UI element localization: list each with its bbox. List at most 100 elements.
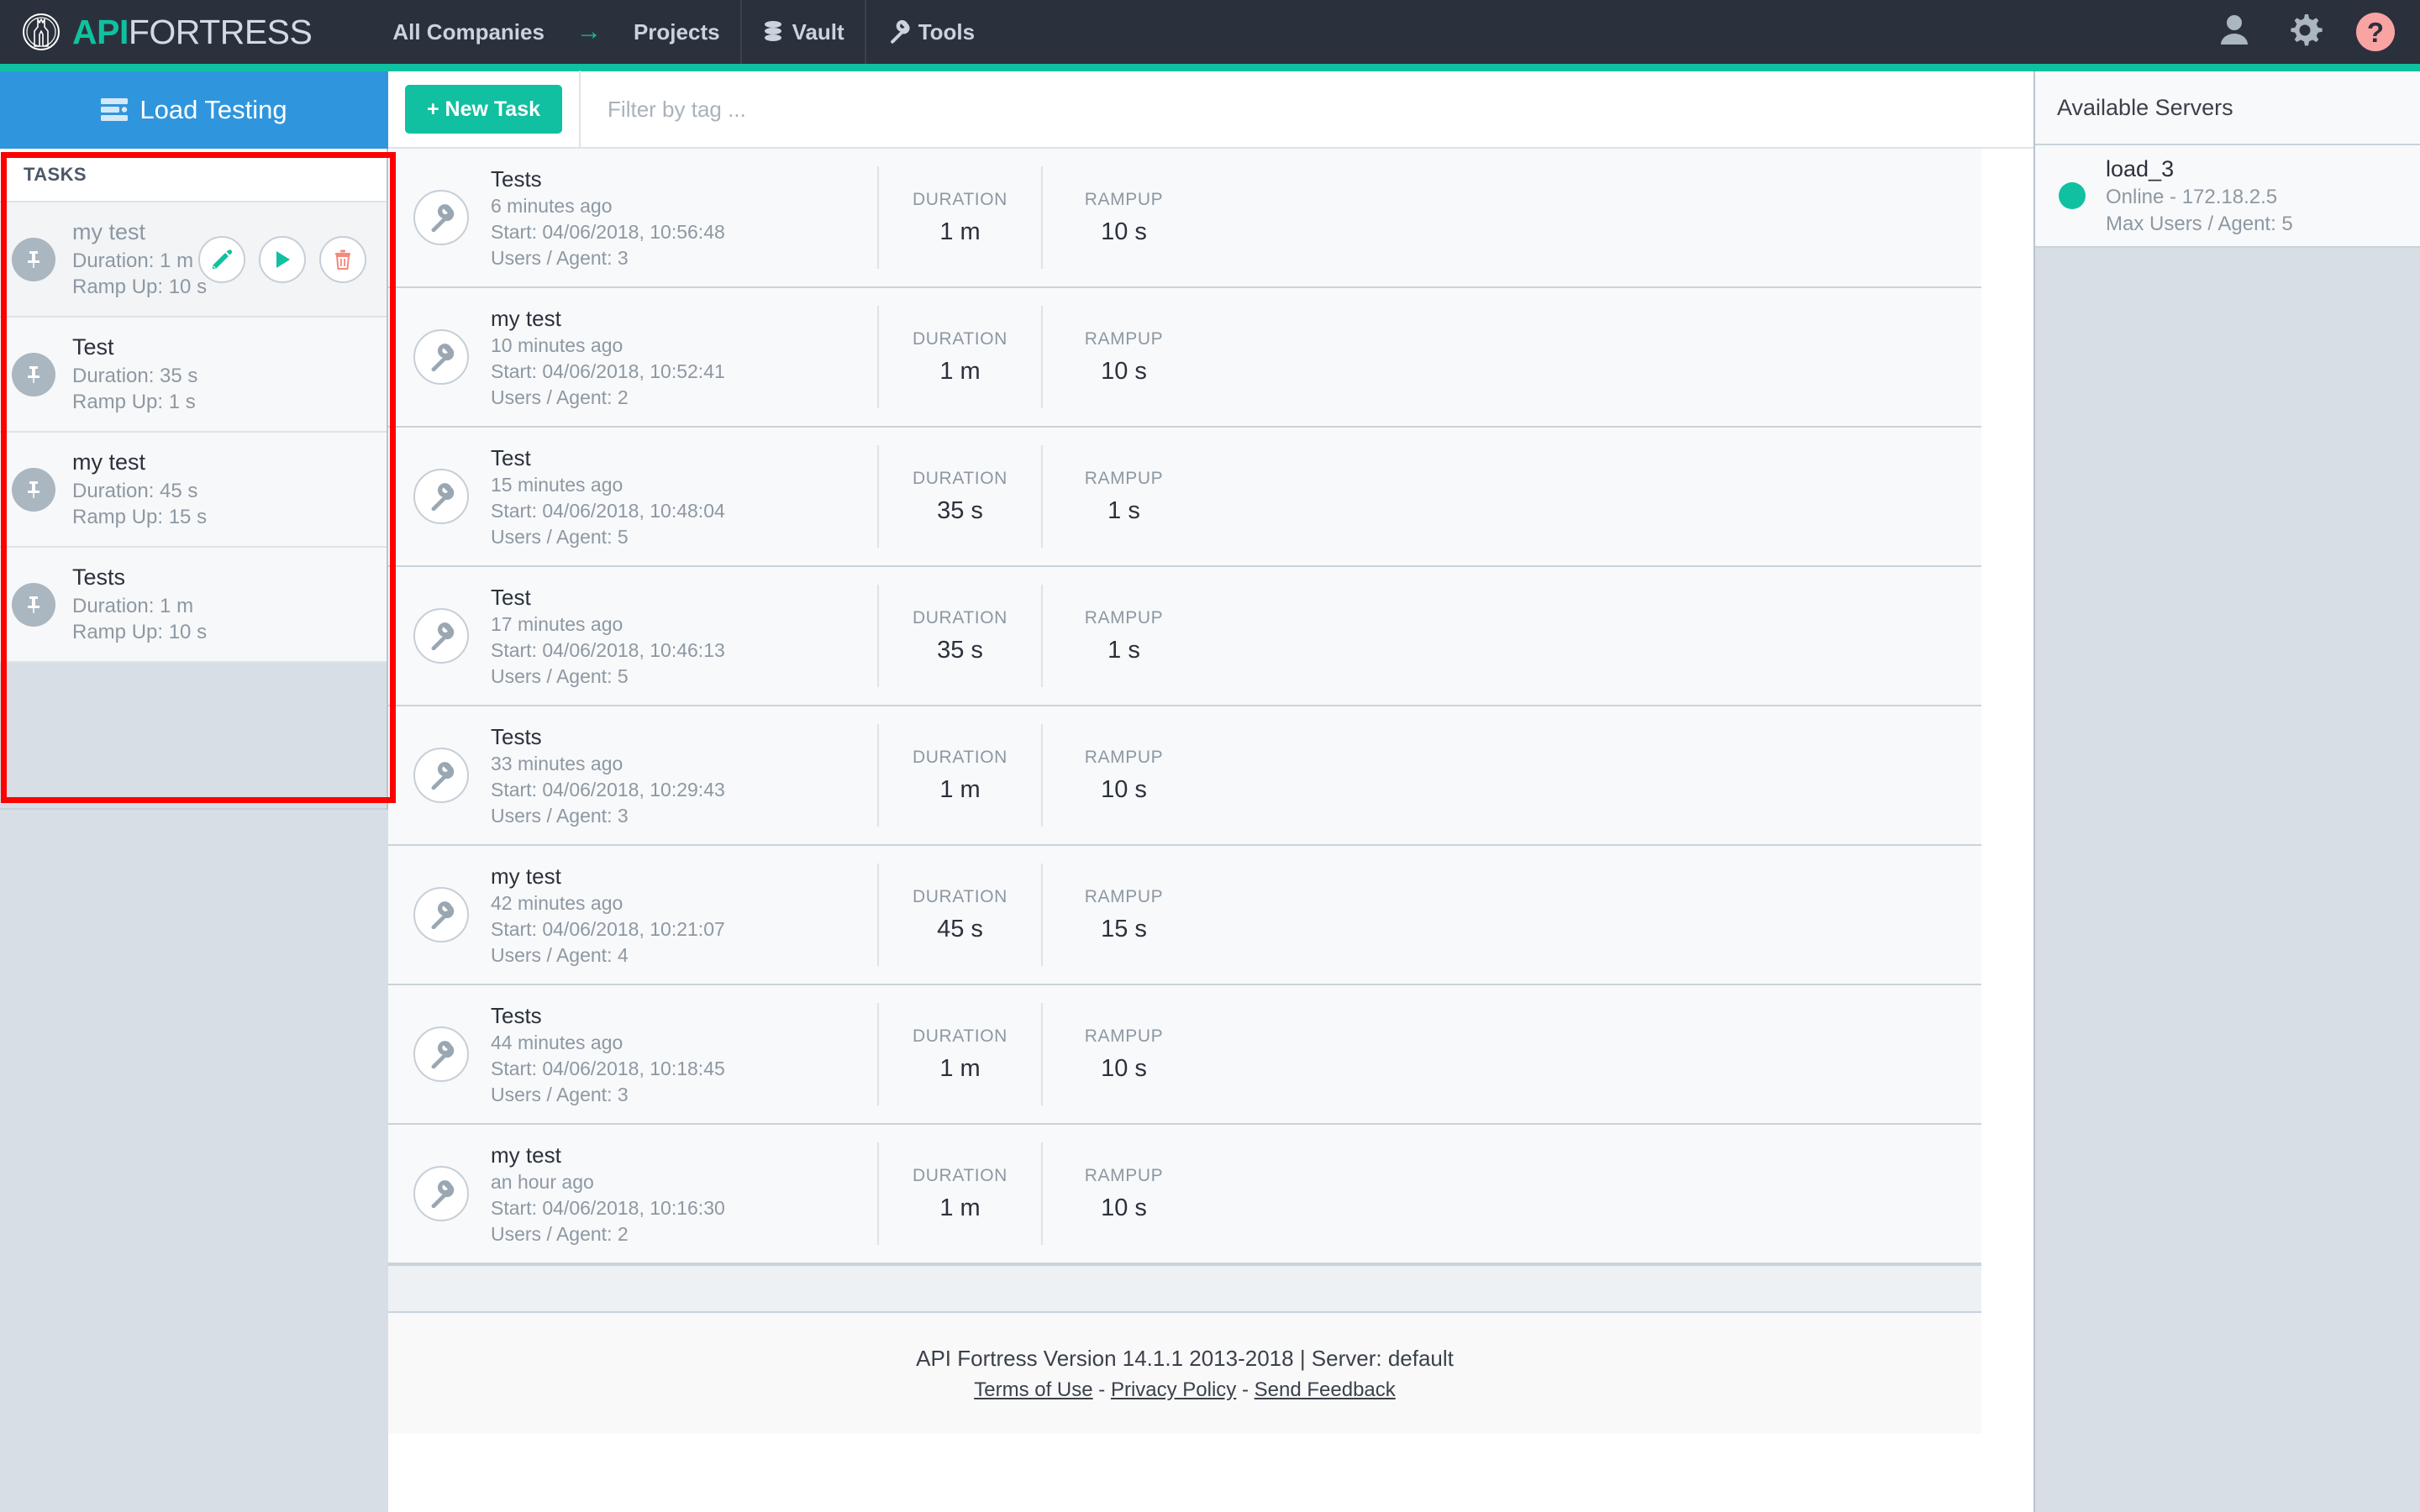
run-relative-time: 42 minutes ago [491, 890, 877, 916]
task-list-item[interactable]: Test Duration: 35 s Ramp Up: 1 s [0, 318, 387, 433]
rampup-value: 10 s [1101, 1055, 1147, 1083]
task-list-item[interactable]: Tests Duration: 1 m Ramp Up: 10 s [0, 548, 387, 663]
table-row[interactable]: Tests 44 minutes ago Start: 04/06/2018, … [388, 985, 1981, 1125]
main-nav: All Companies → Projects Vault [372, 0, 995, 64]
rampup-value: 10 s [1101, 776, 1147, 804]
rampup-label: RAMPUP [1085, 748, 1163, 768]
run-name: Test [491, 444, 877, 473]
rampup-label: RAMPUP [1085, 469, 1163, 489]
rampup-label: RAMPUP [1085, 190, 1163, 210]
task-list-item[interactable]: my test Duration: 1 m Ramp Up: 10 s [0, 202, 387, 318]
server-stack-icon [101, 97, 128, 123]
task-text-block: my test Duration: 1 m Ramp Up: 10 s [72, 218, 207, 301]
nav-label-all-companies: All Companies [392, 19, 544, 45]
duration-label: DURATION [913, 469, 1007, 489]
run-start-time: Start: 04/06/2018, 10:52:41 [491, 359, 877, 385]
duration-value: 1 m [939, 358, 980, 386]
table-row[interactable]: my test an hour ago Start: 04/06/2018, 1… [388, 1125, 1981, 1264]
gear-icon[interactable] [2286, 11, 2324, 54]
run-start-time: Start: 04/06/2018, 10:56:48 [491, 219, 877, 245]
run-users-per-agent: Users / Agent: 3 [491, 1082, 877, 1108]
run-rampup-stat: RAMPUP 15 s [1041, 864, 1205, 966]
run-start-time: Start: 04/06/2018, 10:21:07 [491, 916, 877, 942]
rampup-value: 10 s [1101, 218, 1147, 246]
table-row[interactable]: Tests 33 minutes ago Start: 04/06/2018, … [388, 706, 1981, 846]
wrench-icon [413, 748, 469, 803]
run-relative-time: 6 minutes ago [491, 193, 877, 219]
task-list-item[interactable]: my test Duration: 45 s Ramp Up: 15 s [0, 433, 387, 548]
task-rampup: Ramp Up: 10 s [72, 619, 207, 646]
run-name: my test [491, 862, 877, 891]
load-test-run-list: Tests 6 minutes ago Start: 04/06/2018, 1… [388, 149, 2033, 1264]
terms-of-use-link[interactable]: Terms of Use [974, 1378, 1092, 1401]
task-text-block: Tests Duration: 1 m Ramp Up: 10 s [72, 563, 207, 646]
duration-value: 1 m [939, 1194, 980, 1222]
server-list-item[interactable]: load_3 Online - 172.18.2.5 Max Users / A… [2035, 145, 2420, 248]
wrench-icon [413, 887, 469, 942]
run-start-time: Start: 04/06/2018, 10:18:45 [491, 1056, 877, 1082]
new-task-button[interactable]: + New Task [405, 85, 562, 134]
tasks-panel-empty-space [0, 663, 387, 810]
rampup-label: RAMPUP [1085, 329, 1163, 349]
duration-label: DURATION [913, 1026, 1007, 1047]
rampup-label: RAMPUP [1085, 887, 1163, 907]
duration-value: 1 m [939, 776, 980, 804]
run-relative-time: 10 minutes ago [491, 333, 877, 359]
run-relative-time: 17 minutes ago [491, 612, 877, 638]
run-name: my test [491, 304, 877, 333]
edit-task-button[interactable] [198, 236, 245, 283]
nav-item-tools[interactable]: Tools [866, 0, 995, 64]
send-feedback-link[interactable]: Send Feedback [1255, 1378, 1396, 1401]
task-duration: Duration: 1 m [72, 248, 207, 275]
table-row[interactable]: Tests 6 minutes ago Start: 04/06/2018, 1… [388, 149, 1981, 288]
privacy-policy-link[interactable]: Privacy Policy [1111, 1378, 1236, 1401]
table-row[interactable]: Test 17 minutes ago Start: 04/06/2018, 1… [388, 567, 1981, 706]
filter-by-tag-input[interactable] [581, 71, 1169, 148]
table-row[interactable]: my test 10 minutes ago Start: 04/06/2018… [388, 288, 1981, 428]
nav-item-projects[interactable]: Projects [613, 0, 740, 64]
run-text-block: my test 42 minutes ago Start: 04/06/2018… [491, 862, 877, 968]
rampup-value: 15 s [1101, 916, 1147, 943]
run-duration-stat: DURATION 1 m [877, 1003, 1041, 1105]
rampup-label: RAMPUP [1085, 608, 1163, 628]
delete-task-button[interactable] [319, 236, 366, 283]
run-text-block: Tests 6 minutes ago Start: 04/06/2018, 1… [491, 165, 877, 270]
run-rampup-stat: RAMPUP 1 s [1041, 585, 1205, 687]
footer-links: Terms of Use - Privacy Policy - Send Fee… [974, 1378, 1396, 1402]
table-row[interactable]: Test 15 minutes ago Start: 04/06/2018, 1… [388, 428, 1981, 567]
available-servers-title: Available Servers [2035, 71, 2420, 145]
duration-label: DURATION [913, 1166, 1007, 1186]
run-rampup-stat: RAMPUP 10 s [1041, 724, 1205, 827]
wrench-icon [886, 20, 910, 44]
wrench-icon [413, 1026, 469, 1082]
duration-label: DURATION [913, 190, 1007, 210]
page-footer: API Fortress Version 14.1.1 2013-2018 | … [388, 1313, 1981, 1434]
run-duration-stat: DURATION 1 m [877, 166, 1041, 269]
brand-logo-link[interactable]: APIFORTRESS [0, 13, 312, 51]
user-icon[interactable] [2215, 11, 2254, 54]
nav-item-all-companies[interactable]: All Companies [372, 0, 565, 64]
available-servers-panel: Available Servers load_3 Online - 172.18… [2033, 71, 2420, 1512]
run-relative-time: 44 minutes ago [491, 1030, 877, 1056]
server-text-block: load_3 Online - 172.18.2.5 Max Users / A… [2106, 154, 2293, 238]
brand-fortress: FORTRESS [129, 13, 313, 51]
task-text-block: my test Duration: 45 s Ramp Up: 15 s [72, 448, 207, 531]
task-duration: Duration: 45 s [72, 478, 207, 505]
wrench-icon [413, 469, 469, 524]
help-icon[interactable]: ? [2356, 13, 2395, 51]
task-rampup: Ramp Up: 10 s [72, 274, 207, 301]
main-content: + New Task Tests 6 minutes ago Start: 04… [388, 71, 2033, 1512]
duration-label: DURATION [913, 608, 1007, 628]
nav-item-vault[interactable]: Vault [742, 0, 865, 64]
pagination-strip[interactable] [388, 1264, 1981, 1313]
table-row[interactable]: my test 42 minutes ago Start: 04/06/2018… [388, 846, 1981, 985]
run-users-per-agent: Users / Agent: 2 [491, 1221, 877, 1247]
run-task-button[interactable] [259, 236, 306, 283]
run-relative-time: 15 minutes ago [491, 472, 877, 498]
nav-label-vault: Vault [792, 19, 844, 45]
duration-value: 1 m [939, 1055, 980, 1083]
rampup-value: 1 s [1107, 637, 1140, 664]
run-users-per-agent: Users / Agent: 5 [491, 524, 877, 550]
run-duration-stat: DURATION 1 m [877, 1142, 1041, 1245]
task-rampup: Ramp Up: 15 s [72, 504, 207, 531]
